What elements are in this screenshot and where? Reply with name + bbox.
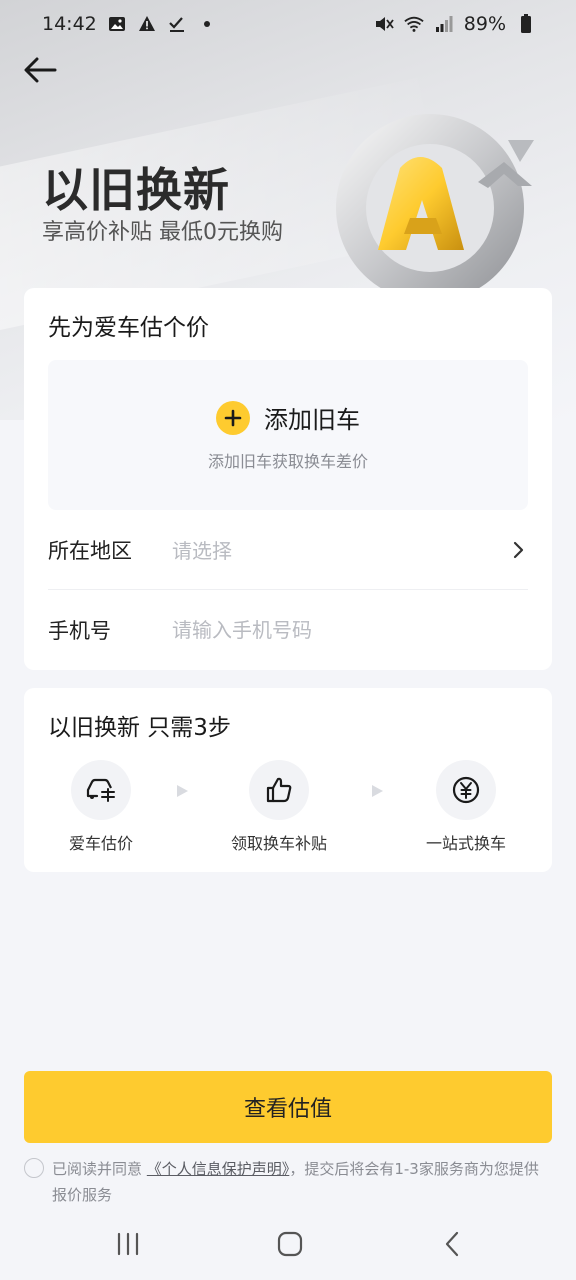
- wifi-icon: [404, 14, 424, 34]
- chevron-left-icon: [445, 1231, 459, 1257]
- recent-apps-button[interactable]: [108, 1228, 148, 1260]
- trade-in-logo: A: [318, 100, 558, 302]
- step-arrow-icon: [177, 785, 188, 797]
- agreement-block: 已阅读并同意 《个人信息保护声明》，提交后将会有1-3家服务商为您提供报价服务: [24, 1156, 552, 1212]
- chevron-right-icon: [508, 540, 528, 560]
- back-button[interactable]: [20, 52, 60, 88]
- hero-subtitle: 享高价补贴 最低0元换购: [42, 220, 283, 245]
- battery-percent: 89%: [463, 13, 506, 35]
- battery-icon: [516, 14, 536, 34]
- task-done-icon: [167, 14, 187, 34]
- nav-back-button[interactable]: [432, 1228, 472, 1260]
- home-icon: [277, 1231, 303, 1257]
- phone-input[interactable]: [172, 618, 528, 642]
- status-right: 89%: [374, 13, 536, 35]
- add-car-row: 添加旧车: [48, 400, 528, 435]
- car-price-icon: [71, 760, 131, 820]
- system-nav-bar: [0, 1208, 576, 1280]
- privacy-statement-link[interactable]: 《个人信息保护声明》: [147, 1160, 290, 1178]
- thumbs-up-icon: [249, 760, 309, 820]
- status-left: 14:42: [42, 13, 217, 35]
- recent-apps-icon: [117, 1232, 139, 1256]
- yuan-coin-icon: [436, 760, 496, 820]
- home-button[interactable]: [270, 1228, 310, 1260]
- phone-row: 手机号: [48, 590, 528, 670]
- step-label: 一站式换车: [425, 834, 506, 853]
- agreement-prefix: 已阅读并同意: [52, 1160, 143, 1178]
- estimate-card-title: 先为爱车估个价: [48, 315, 209, 341]
- step-item: 领取换车补贴: [209, 760, 349, 854]
- region-label: 所在地区: [48, 538, 132, 563]
- steps-card-title: 以旧换新 只需3步: [48, 715, 231, 741]
- mute-icon: [374, 14, 394, 34]
- region-placeholder: 请选择: [172, 539, 232, 563]
- status-time: 14:42: [42, 13, 97, 35]
- step-arrow-icon: [372, 785, 383, 797]
- add-car-label: 添加旧车: [264, 406, 360, 434]
- warning-icon: [137, 14, 157, 34]
- step-item: 爱车估价: [31, 760, 171, 854]
- notification-dot-icon: [197, 14, 217, 34]
- phone-label: 手机号: [48, 619, 111, 643]
- view-valuation-button[interactable]: 查看估值: [24, 1071, 552, 1143]
- step-label: 爱车估价: [68, 834, 133, 853]
- hero-title: 以旧换新: [42, 163, 230, 217]
- signal-icon: [434, 14, 454, 34]
- status-bar: 14:42 89%: [0, 0, 576, 48]
- estimate-card: 先为爱车估个价 添加旧车 添加旧车获取换车差价 所在地区 请选择 手机号: [24, 288, 552, 670]
- region-selector[interactable]: 所在地区 请选择: [48, 510, 528, 590]
- add-old-car-button[interactable]: 添加旧车 添加旧车获取换车差价: [48, 360, 528, 510]
- arrow-left-icon: [24, 57, 57, 83]
- agreement-text: 已阅读并同意 《个人信息保护声明》，提交后将会有1-3家服务商为您提供报价服务: [52, 1156, 552, 1208]
- plus-icon: [216, 400, 250, 435]
- agreement-checkbox[interactable]: [24, 1158, 44, 1178]
- gallery-icon: [107, 14, 127, 34]
- steps-row: 爱车估价 领取换车补贴 一站式换车: [24, 760, 552, 860]
- add-car-hint: 添加旧车获取换车差价: [207, 452, 368, 471]
- steps-card: 以旧换新 只需3步 爱车估价 领取换车补贴 一站式换车: [24, 688, 552, 872]
- step-item: 一站式换车: [396, 760, 536, 854]
- step-label: 领取换车补贴: [230, 834, 327, 853]
